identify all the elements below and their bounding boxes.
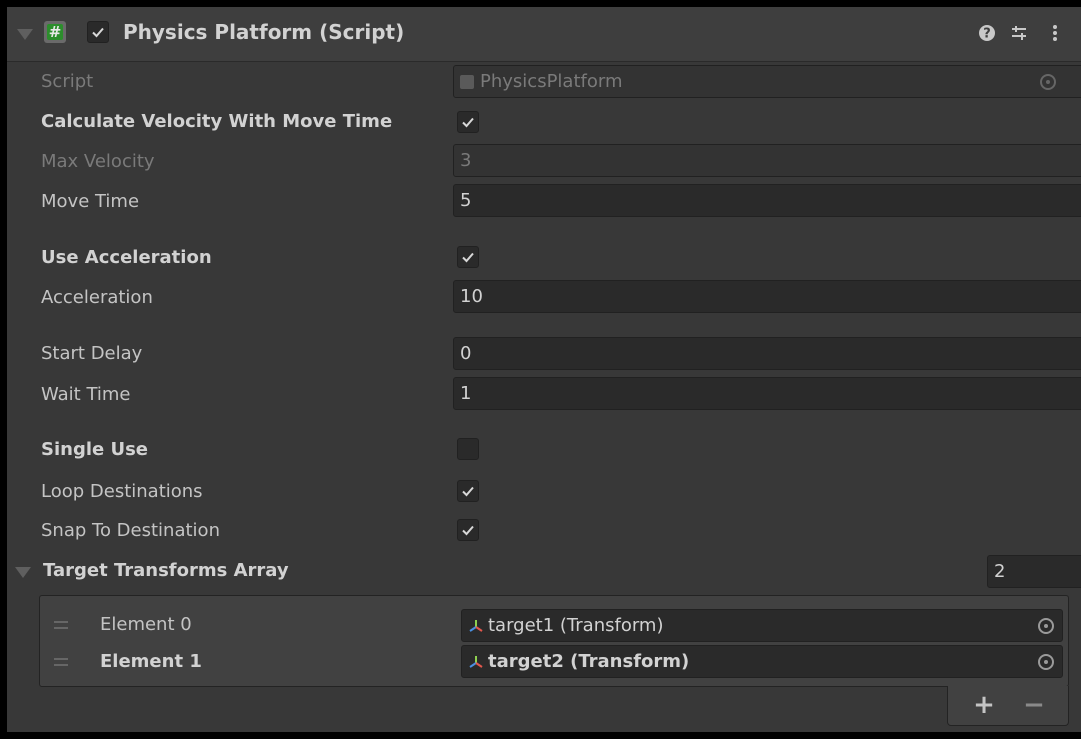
presets-icon[interactable] — [1007, 21, 1031, 45]
max-velocity-field: 3 — [453, 144, 1081, 177]
calc-velocity-checkbox[interactable] — [457, 111, 479, 133]
script-value: PhysicsPlatform — [480, 71, 623, 92]
object-picker-icon[interactable] — [1038, 654, 1054, 670]
array-size-field[interactable]: 2 — [987, 555, 1081, 588]
add-element-button[interactable]: + — [964, 688, 1004, 722]
start-delay-field[interactable]: 0 — [453, 337, 1081, 370]
array-elements-list: Element 0 target1 (Transform) Element 1 … — [39, 595, 1069, 687]
snap-to-destination-label: Snap To Destination — [41, 520, 220, 541]
inspector-panel: # Physics Platform (Script) ? Script Phy… — [0, 0, 1081, 739]
script-icon: # — [44, 21, 66, 43]
transform-icon — [469, 620, 483, 632]
array-foldout-arrow-icon[interactable] — [15, 567, 31, 578]
element-0-value: target1 (Transform) — [488, 615, 664, 636]
snap-to-destination-checkbox[interactable] — [457, 519, 479, 541]
single-use-checkbox[interactable] — [457, 438, 479, 460]
script-file-icon — [460, 75, 474, 89]
move-time-field[interactable]: 5 — [453, 184, 1081, 217]
max-velocity-label: Max Velocity — [41, 151, 155, 172]
foldout-arrow-icon[interactable] — [17, 29, 33, 40]
element-1-field[interactable]: target2 (Transform) — [461, 645, 1063, 678]
loop-destinations-checkbox[interactable] — [457, 480, 479, 502]
single-use-label: Single Use — [41, 439, 149, 460]
object-picker-icon — [1040, 74, 1056, 90]
drag-handle-icon[interactable] — [54, 621, 68, 629]
element-1-label: Element 1 — [100, 651, 202, 672]
svg-text:?: ? — [983, 27, 991, 42]
acceleration-field[interactable]: 10 — [453, 280, 1081, 313]
drag-handle-icon[interactable] — [54, 658, 68, 666]
wait-time-label: Wait Time — [41, 384, 131, 405]
loop-destinations-label: Loop Destinations — [41, 481, 203, 502]
start-delay-label: Start Delay — [41, 343, 143, 364]
acceleration-label: Acceleration — [41, 287, 153, 308]
use-acceleration-label: Use Acceleration — [41, 247, 212, 268]
array-label: Target Transforms Array — [43, 560, 289, 581]
element-0-field[interactable]: target1 (Transform) — [461, 609, 1063, 642]
component-header[interactable]: # Physics Platform (Script) ? — [7, 7, 1081, 62]
script-label: Script — [41, 71, 94, 92]
remove-element-button[interactable]: − — [1014, 688, 1054, 722]
component-enabled-checkbox[interactable] — [87, 21, 109, 43]
use-acceleration-checkbox[interactable] — [457, 246, 479, 268]
component-title: Physics Platform (Script) — [123, 20, 405, 44]
wait-time-field[interactable]: 1 — [453, 377, 1081, 410]
move-time-label: Move Time — [41, 191, 140, 212]
object-picker-icon[interactable] — [1038, 618, 1054, 634]
help-icon[interactable]: ? — [975, 21, 999, 45]
transform-icon — [469, 656, 483, 668]
array-footer: + − — [947, 686, 1069, 726]
element-1-value: target2 (Transform) — [488, 651, 690, 672]
element-0-label: Element 0 — [100, 614, 192, 635]
calc-velocity-label: Calculate Velocity With Move Time — [41, 111, 393, 132]
kebab-menu-icon[interactable] — [1043, 21, 1067, 45]
script-field: PhysicsPlatform — [453, 65, 1081, 98]
